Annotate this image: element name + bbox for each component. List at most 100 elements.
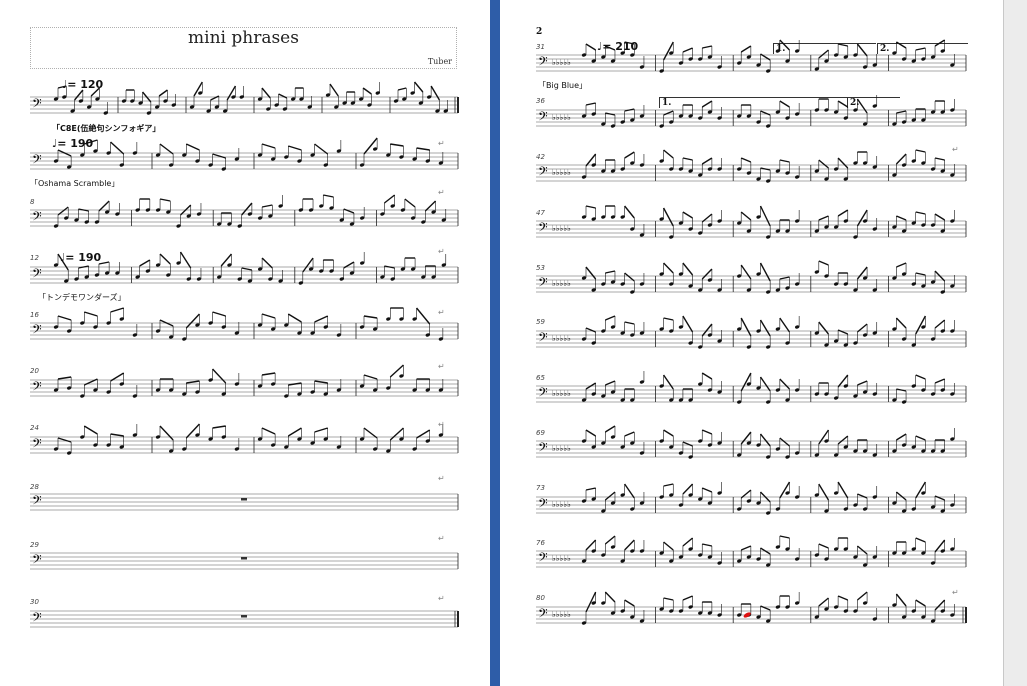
beam bbox=[212, 311, 226, 317]
paragraph-return-icon: ↵ bbox=[438, 420, 445, 429]
beam bbox=[624, 41, 635, 45]
beam bbox=[663, 597, 674, 601]
beam bbox=[740, 545, 752, 551]
beam bbox=[624, 151, 635, 159]
beam bbox=[159, 198, 171, 202]
score-page-left: mini phrases Tuber ♩= 120 ♩= 190 ♩= 190 … bbox=[0, 0, 490, 686]
beam bbox=[760, 110, 771, 116]
beam bbox=[837, 43, 848, 47]
bass-clef-icon: 𝄢 bbox=[538, 164, 548, 182]
beam bbox=[57, 376, 72, 380]
key-signature-icon: ♭♭♭♭♭ bbox=[552, 334, 571, 343]
beam bbox=[896, 388, 907, 392]
beam bbox=[57, 85, 67, 89]
whole-rest-icon bbox=[241, 615, 247, 618]
beam bbox=[682, 157, 693, 161]
beam bbox=[818, 49, 829, 59]
beam bbox=[288, 145, 302, 151]
beam bbox=[682, 441, 693, 447]
beam bbox=[779, 317, 791, 333]
beam bbox=[856, 209, 868, 227]
beam bbox=[818, 543, 829, 549]
key-signature-icon: ♭♭♭♭♭ bbox=[552, 279, 571, 288]
bass-clef-icon: 𝄢 bbox=[32, 493, 42, 511]
beam bbox=[837, 209, 849, 217]
beam bbox=[186, 380, 200, 384]
beam bbox=[915, 599, 926, 607]
paragraph-return-icon: ↵ bbox=[952, 588, 959, 597]
beam bbox=[287, 313, 302, 323]
beam bbox=[682, 262, 694, 276]
beam bbox=[383, 194, 396, 204]
beam bbox=[779, 100, 790, 108]
bass-clef-icon: 𝄢 bbox=[538, 109, 548, 127]
beam bbox=[896, 110, 907, 114]
beam bbox=[605, 315, 616, 321]
beam bbox=[278, 93, 288, 99]
beam bbox=[682, 537, 694, 547]
beam bbox=[915, 149, 926, 153]
beam bbox=[818, 215, 829, 221]
beam bbox=[915, 211, 926, 215]
beam bbox=[185, 143, 200, 151]
bass-clef-icon: 𝄢 bbox=[32, 379, 42, 397]
beam bbox=[740, 372, 752, 392]
beam bbox=[779, 535, 790, 539]
beam bbox=[740, 317, 752, 337]
bass-clef-icon: 𝄢 bbox=[538, 330, 548, 348]
beam bbox=[288, 382, 302, 386]
beam bbox=[856, 43, 868, 57]
beam bbox=[915, 47, 926, 51]
beam bbox=[624, 539, 635, 551]
beam bbox=[314, 143, 329, 155]
paragraph-return-icon: ↵ bbox=[438, 308, 445, 317]
beam bbox=[779, 481, 791, 499]
paragraph-return-icon: ↵ bbox=[438, 474, 445, 483]
beam bbox=[585, 487, 596, 491]
beam bbox=[110, 141, 125, 155]
beam bbox=[57, 315, 72, 321]
beam bbox=[159, 253, 171, 265]
bass-clef-icon: 𝄢 bbox=[32, 436, 42, 454]
beam bbox=[759, 433, 771, 447]
beam bbox=[895, 593, 907, 607]
beam bbox=[90, 87, 100, 97]
beam bbox=[57, 437, 72, 443]
beam bbox=[663, 262, 674, 274]
beam bbox=[287, 427, 302, 437]
beam bbox=[624, 431, 635, 437]
whole-rest-icon bbox=[241, 557, 247, 560]
beam bbox=[896, 433, 907, 441]
beam bbox=[779, 276, 790, 280]
beam bbox=[702, 543, 713, 547]
beam bbox=[624, 483, 635, 499]
score-page-right: 2 ♩= 210 「Big Blue」 1. 2. 1. 2. 31 36 42… bbox=[500, 0, 1003, 686]
beam bbox=[896, 41, 907, 49]
beam bbox=[915, 272, 926, 276]
beam bbox=[261, 204, 273, 208]
paragraph-return-icon: ↵ bbox=[438, 139, 445, 148]
beam bbox=[98, 200, 110, 212]
beam bbox=[404, 198, 416, 208]
bass-clef-icon: 𝄢 bbox=[538, 606, 548, 624]
beam bbox=[818, 159, 829, 169]
beam bbox=[110, 307, 124, 313]
paragraph-return-icon: ↵ bbox=[952, 145, 959, 154]
beam bbox=[314, 380, 328, 384]
beam bbox=[663, 110, 674, 116]
beam bbox=[261, 143, 276, 149]
beam bbox=[78, 265, 89, 269]
left-staves: 𝄢 𝄢 𝄢 𝄢 𝄢 𝄢 𝄢 𝄢 𝄢 𝄢 bbox=[30, 81, 459, 628]
beam bbox=[837, 157, 849, 169]
beam bbox=[682, 211, 693, 219]
key-signature-icon: ♭♭♭♭♭ bbox=[552, 500, 571, 509]
key-signature-icon: ♭♭♭♭♭ bbox=[552, 168, 571, 177]
beam bbox=[663, 374, 674, 390]
beam bbox=[585, 327, 596, 333]
key-signature-icon: ♭♭♭♭♭ bbox=[552, 554, 571, 563]
window-edge bbox=[1003, 0, 1027, 686]
beam bbox=[682, 47, 693, 53]
paragraph-return-icon: ↵ bbox=[438, 188, 445, 197]
beam bbox=[915, 374, 926, 380]
beam bbox=[390, 143, 404, 147]
